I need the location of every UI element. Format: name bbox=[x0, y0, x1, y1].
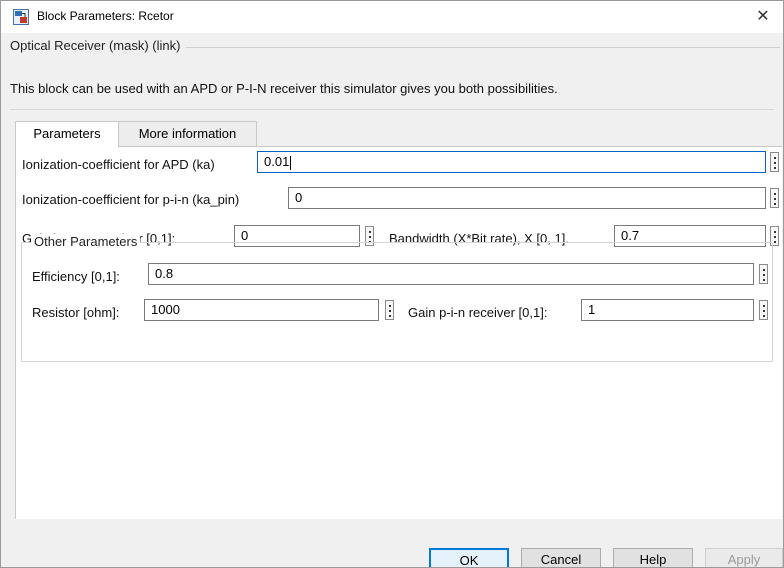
mask-header: Optical Receiver (mask) (link) bbox=[10, 38, 780, 58]
other-parameters-title: Other Parameters bbox=[31, 234, 141, 249]
close-button[interactable]: ✕ bbox=[743, 1, 783, 33]
text-cursor bbox=[290, 155, 292, 170]
ka-options-menu[interactable] bbox=[770, 152, 779, 172]
ka-pin-options-menu[interactable] bbox=[770, 188, 779, 208]
simulink-block-icon bbox=[13, 9, 29, 25]
resistor-input[interactable]: 1000 bbox=[144, 299, 379, 321]
gain-pin-label: Gain p-i-n receiver [0,1]: bbox=[408, 305, 548, 320]
mask-title: Optical Receiver (mask) (link) bbox=[10, 38, 187, 53]
mask-description: This block can be used with an APD or P-… bbox=[10, 81, 558, 96]
efficiency-options-menu[interactable] bbox=[759, 264, 768, 284]
tab-more-information[interactable]: More information bbox=[118, 121, 257, 146]
help-button[interactable]: Help bbox=[613, 548, 693, 567]
efficiency-label: Efficiency [0,1]: bbox=[32, 269, 120, 284]
cancel-button[interactable]: Cancel bbox=[521, 548, 601, 567]
gain-pin-options-menu[interactable] bbox=[759, 300, 768, 320]
tab-parameters[interactable]: Parameters bbox=[15, 121, 119, 147]
ok-button[interactable]: OK bbox=[429, 548, 509, 567]
description-divider bbox=[10, 109, 774, 110]
close-icon: ✕ bbox=[756, 8, 770, 25]
block-parameters-dialog: Block Parameters: Rcetor ✕ Optical Recei… bbox=[0, 0, 784, 568]
ka-pin-input[interactable]: 0 bbox=[288, 187, 766, 209]
ka-input[interactable]: 0.01 bbox=[257, 151, 766, 173]
gain-pin-input[interactable]: 1 bbox=[581, 299, 754, 321]
ka-label: Ionization-coefficient for APD (ka) bbox=[22, 157, 215, 172]
resistor-options-menu[interactable] bbox=[385, 300, 394, 320]
efficiency-input[interactable]: 0.8 bbox=[148, 263, 754, 285]
apply-button[interactable]: Apply bbox=[705, 548, 783, 567]
resistor-label: Resistor [ohm]: bbox=[32, 305, 120, 320]
ka-pin-label: Ionization-coefficient for p-i-n (ka_pin… bbox=[22, 192, 240, 207]
title-bar: Block Parameters: Rcetor ✕ bbox=[1, 1, 783, 33]
window-title: Block Parameters: Rcetor bbox=[37, 9, 174, 23]
